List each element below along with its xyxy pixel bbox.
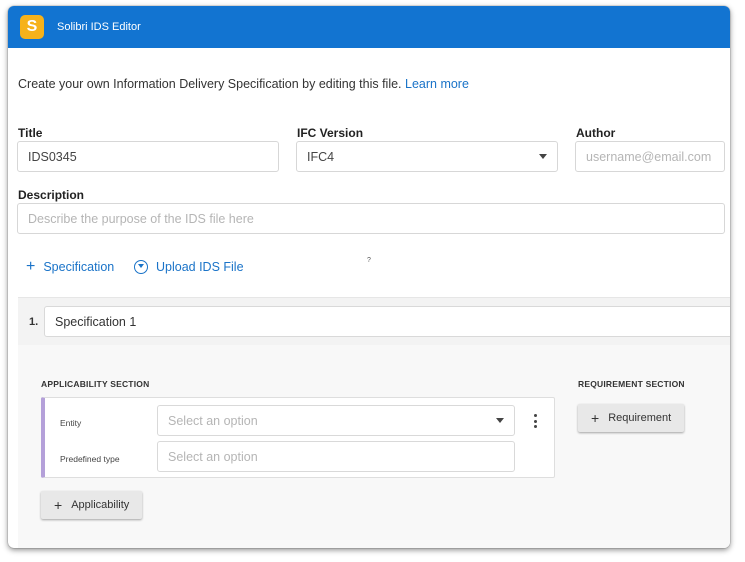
- ifc-version-value: IFC4: [307, 149, 335, 164]
- upload-ids-file-button[interactable]: Upload IDS File: [134, 260, 244, 274]
- chevron-down-icon: [496, 418, 504, 423]
- plus-icon: +: [591, 410, 600, 426]
- title-bar: S Solibri IDS Editor: [8, 6, 730, 48]
- plus-icon: +: [54, 497, 63, 513]
- title-label: Title: [18, 126, 43, 140]
- specification-number: 1.: [29, 316, 39, 328]
- requirement-section-title: REQUIREMENT SECTION: [578, 379, 685, 389]
- author-label: Author: [576, 126, 616, 140]
- app-title: Solibri IDS Editor: [57, 21, 141, 33]
- chevron-down-icon: [539, 154, 547, 159]
- add-requirement-button[interactable]: + Requirement: [578, 404, 685, 432]
- predefined-type-placeholder: Select an option: [168, 449, 258, 464]
- intro-text: Create your own Information Delivery Spe…: [18, 77, 469, 91]
- add-specification-button[interactable]: + Specification: [26, 259, 114, 275]
- upload-ids-file-label: Upload IDS File: [156, 260, 244, 274]
- description-input[interactable]: [17, 203, 725, 234]
- ifc-version-label: IFC Version: [297, 126, 364, 140]
- specification-header: 1. Specification 1: [18, 297, 730, 345]
- learn-more-link[interactable]: Learn more: [405, 77, 469, 91]
- upload-icon: [134, 260, 148, 274]
- intro-description: Create your own Information Delivery Spe…: [18, 77, 402, 91]
- plus-icon: +: [26, 258, 36, 275]
- add-specification-label: Specification: [43, 260, 115, 274]
- ifc-version-select[interactable]: IFC4: [296, 141, 558, 172]
- entity-select[interactable]: Select an option: [157, 405, 515, 436]
- add-applicability-label: Applicability: [71, 499, 130, 511]
- predefined-type-select[interactable]: Select an option: [157, 441, 515, 472]
- specification-body: APPLICABILITY SECTION REQUIREMENT SECTIO…: [18, 345, 730, 548]
- applicability-facet: Entity Select an option Predefined type …: [41, 397, 555, 478]
- stray-mark: ?: [367, 257, 371, 264]
- predefined-type-label: Predefined type: [60, 454, 120, 464]
- app-window: S Solibri IDS Editor Create your own Inf…: [8, 6, 730, 548]
- add-requirement-label: Requirement: [608, 412, 672, 424]
- title-input[interactable]: [17, 141, 279, 172]
- add-applicability-button[interactable]: + Applicability: [41, 491, 143, 519]
- entity-label: Entity: [60, 418, 82, 428]
- solibri-logo-icon: S: [20, 15, 44, 39]
- author-input[interactable]: [575, 141, 725, 172]
- more-options-icon[interactable]: [533, 414, 537, 428]
- entity-placeholder: Select an option: [168, 413, 258, 428]
- description-label: Description: [18, 188, 85, 202]
- applicability-section-title: APPLICABILITY SECTION: [41, 379, 150, 389]
- specification-name-input[interactable]: Specification 1: [44, 306, 730, 337]
